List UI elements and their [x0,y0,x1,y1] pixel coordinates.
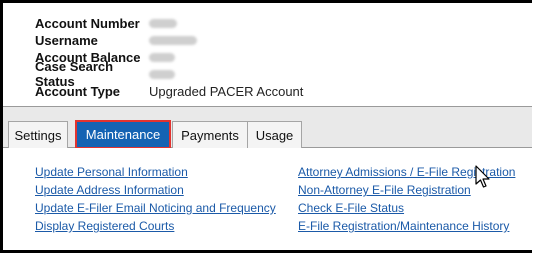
tab-bar: Settings Maintenance Payments Usage [3,107,532,149]
update-personal-information-link[interactable]: Update Personal Information [35,165,188,179]
account-balance-redacted [149,52,175,62]
display-registered-courts-link[interactable]: Display Registered Courts [35,219,174,233]
update-address-information-link[interactable]: Update Address Information [35,183,184,197]
update-efiler-email-noticing-link[interactable]: Update E-Filer Email Noticing and Freque… [35,201,276,215]
maintenance-panel: Update Personal Information Update Addre… [3,148,532,250]
username-redacted [149,35,197,45]
tab-payments[interactable]: Payments [172,121,248,148]
case-search-status-row: Case Search Status [35,59,175,89]
arrow-cursor-icon [475,165,490,188]
account-type-row: Account Type Upgraded PACER Account [35,83,303,99]
account-info: Account Number Username Account Balance … [3,3,532,106]
account-type-value: Upgraded PACER Account [149,83,304,99]
account-number-label: Account Number [35,15,140,31]
account-number-redacted [149,18,177,28]
tab-usage[interactable]: Usage [247,121,302,148]
non-attorney-efile-registration-link[interactable]: Non-Attorney E-File Registration [298,183,471,197]
case-search-status-redacted [149,69,175,79]
tab-maintenance[interactable]: Maintenance [75,120,171,149]
tab-settings[interactable]: Settings [8,121,68,148]
username-label: Username [35,32,98,48]
pacer-account-panel: Account Number Username Account Balance … [0,0,532,253]
check-efile-status-link[interactable]: Check E-File Status [298,201,404,215]
efile-registration-maintenance-history-link[interactable]: E-File Registration/Maintenance History [298,219,509,233]
account-number-row: Account Number [35,15,177,31]
username-row: Username [35,32,197,48]
account-type-label: Account Type [35,83,120,99]
